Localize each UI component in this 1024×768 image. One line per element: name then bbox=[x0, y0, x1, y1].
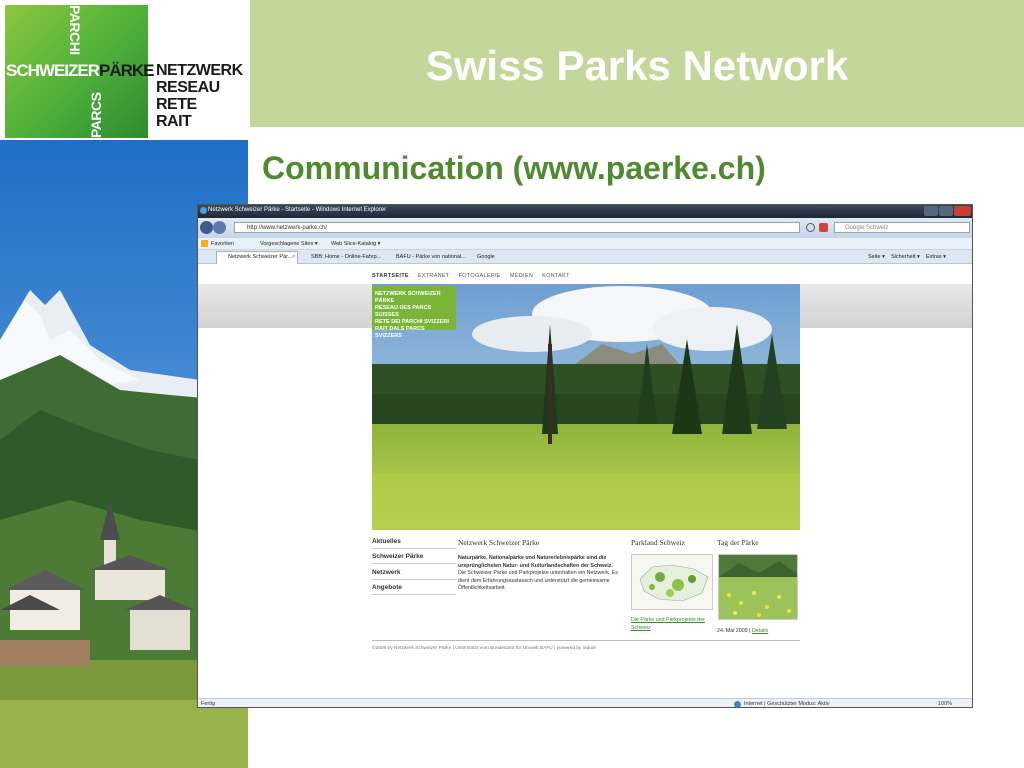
security-menu[interactable]: Sicherheit ▾ bbox=[891, 254, 920, 260]
zoom-level[interactable]: 100% bbox=[938, 701, 952, 707]
parkland-column-title: Parkland Schweiz bbox=[631, 538, 685, 547]
tab-netzwerk[interactable]: Netzwerk Schweizer Pär... bbox=[228, 254, 292, 260]
nav-kontakt[interactable]: KONTAKT bbox=[542, 273, 570, 279]
stop-icon[interactable] bbox=[819, 223, 828, 232]
nav-extranet[interactable]: EXTRANET bbox=[418, 273, 450, 279]
internet-zone-globe-icon bbox=[734, 701, 741, 707]
favorites-button[interactable]: Favoriten bbox=[211, 241, 234, 247]
nav-fotogalerie[interactable]: FOTOGALERIE bbox=[459, 273, 501, 279]
suggested-sites-link[interactable]: Vorgeschlagene Sites ▾ bbox=[260, 241, 318, 247]
logo-network-words: NETZWERK RESEAU RETE RAIT bbox=[156, 62, 243, 130]
site-footer: ©2009 by Netzwerk Schweizer Pärke | Unte… bbox=[372, 646, 596, 651]
minimize-button[interactable] bbox=[924, 206, 938, 216]
maximize-button[interactable] bbox=[939, 206, 953, 216]
title-band: Swiss Parks Network bbox=[250, 0, 1024, 127]
logo-word-rait: RAIT bbox=[156, 113, 192, 130]
forward-button[interactable] bbox=[213, 221, 226, 234]
tab-bar: Netzwerk Schweizer Pär... × SBB: Home - … bbox=[198, 250, 972, 264]
back-button[interactable] bbox=[200, 221, 213, 234]
leftnav-netzwerk[interactable]: Netzwerk bbox=[372, 569, 456, 580]
status-bar: Fertig Internet | Geschützter Modus: Akt… bbox=[198, 698, 972, 707]
tab-sbb[interactable]: SBB: Home - Online-Fahrp... bbox=[311, 254, 381, 260]
logo-text-parcs: PARCS bbox=[88, 92, 104, 138]
logo-word-rete: RETE bbox=[156, 96, 197, 113]
page-menu[interactable]: Seite ▾ bbox=[868, 254, 885, 260]
flower-meadow-illustration bbox=[719, 555, 797, 619]
swiss-parks-logo: PARCHI PARCS SCHWEIZERPÄRKE NETZWERK RES… bbox=[0, 0, 250, 140]
parks-day-details-link[interactable]: Details bbox=[752, 628, 768, 634]
hero-logo-line-2: RESEAU DES PARCS SUISSES bbox=[375, 305, 432, 318]
leftnav-schweizer-paerke[interactable]: Schweizer Pärke bbox=[372, 553, 456, 564]
search-input[interactable]: Google Schweiz bbox=[834, 222, 970, 233]
favorites-bar: Favoriten Vorgeschlagene Sites ▾ Web Sli… bbox=[198, 238, 972, 250]
swiss-map-illustration bbox=[632, 555, 712, 609]
refresh-icon[interactable] bbox=[806, 223, 815, 232]
hero-logo-line-1: NETZWERK SCHWEIZER PÄRKE bbox=[375, 291, 441, 304]
parks-day-column-title: Tag der Pärke bbox=[717, 538, 759, 547]
logo-text-parchi: PARCHI bbox=[67, 5, 83, 55]
status-security-zone: Internet | Geschützter Modus: Aktiv bbox=[744, 701, 830, 707]
logo-text-schweizer: SCHWEIZER bbox=[6, 61, 100, 80]
hero-logo-line-3: RETE DEI PARCHI SVIZZERI bbox=[375, 319, 449, 325]
web-slice-link[interactable]: Web Slice-Katalog ▾ bbox=[331, 241, 380, 247]
site-top-navigation: STARTSEITE EXTRANET FOTOGALERIE MEDIEN KONTA… bbox=[372, 273, 579, 279]
network-intro-text: Naturpärke, Nationalpärke und Naturerleb… bbox=[458, 555, 623, 593]
browser-window: Netzwerk Schweizer Pärke - Startseite - … bbox=[197, 204, 973, 708]
tab-close-icon[interactable]: × bbox=[292, 254, 295, 260]
parkland-map-thumbnail[interactable] bbox=[631, 554, 713, 610]
parkland-link[interactable]: Die Pärke und Parkprojekte der Schweiz bbox=[631, 616, 711, 632]
slide-title: Swiss Parks Network bbox=[425, 42, 849, 89]
hero-logo-line-4: RAIT DALS PARCS SVIZZERS bbox=[375, 326, 425, 339]
status-text: Fertig bbox=[201, 701, 216, 707]
window-titlebar: Netzwerk Schweizer Pärke - Startseite - … bbox=[198, 205, 972, 218]
logo-word-netzwerk: NETZWERK bbox=[156, 62, 243, 79]
logo-text-paerke: PÄRKE bbox=[99, 61, 155, 80]
parks-day-date: 24. Mai 2009 | Details bbox=[717, 628, 768, 634]
favorites-star-icon bbox=[201, 240, 208, 247]
intro-bold-text: Naturpärke, Nationalpärke und Naturerleb… bbox=[458, 555, 613, 569]
close-button[interactable] bbox=[954, 206, 971, 216]
web-page-content: STARTSEITE EXTRANET FOTOGALERIE MEDIEN KONTA… bbox=[198, 264, 972, 698]
address-bar-row: http://www.netzwerk-parke.ch/ Google Sch… bbox=[198, 218, 972, 238]
network-column-title: Netzwerk Schweizer Pärke bbox=[458, 538, 540, 547]
nav-startseite[interactable]: STARTSEITE bbox=[372, 273, 409, 279]
parks-day-date-text: 24. Mai 2009 | bbox=[717, 628, 751, 634]
leftnav-aktuelles[interactable]: Aktuelles bbox=[372, 538, 456, 549]
logo-word-reseau: RESEAU bbox=[156, 79, 220, 96]
logo-text-schweizer-paerke: SCHWEIZERPÄRKE bbox=[6, 61, 155, 81]
parks-day-thumbnail[interactable] bbox=[718, 554, 798, 620]
leftnav-angebote[interactable]: Angebote bbox=[372, 584, 456, 595]
slide-subtitle: Communication (www.paerke.ch) bbox=[262, 150, 766, 186]
ie-icon bbox=[200, 207, 207, 214]
nav-medien[interactable]: MEDIEN bbox=[510, 273, 533, 279]
tools-menu[interactable]: Extras ▾ bbox=[926, 254, 946, 260]
tab-bafu[interactable]: BAFU - Pärke von national... bbox=[396, 254, 466, 260]
window-title: Netzwerk Schweizer Pärke - Startseite - … bbox=[208, 207, 387, 213]
intro-body-text: Die Schweizer Pärke und Parkprojekte unt… bbox=[458, 570, 618, 591]
footer-divider bbox=[372, 640, 800, 641]
address-input[interactable]: http://www.netzwerk-parke.ch/ bbox=[234, 222, 800, 233]
tab-google[interactable]: Google bbox=[477, 254, 495, 260]
hero-network-logo: NETZWERK SCHWEIZER PÄRKE RESEAU DES PARC… bbox=[372, 286, 456, 339]
slide: PARCHI PARCS SCHWEIZERPÄRKE NETZWERK RES… bbox=[0, 0, 1024, 768]
